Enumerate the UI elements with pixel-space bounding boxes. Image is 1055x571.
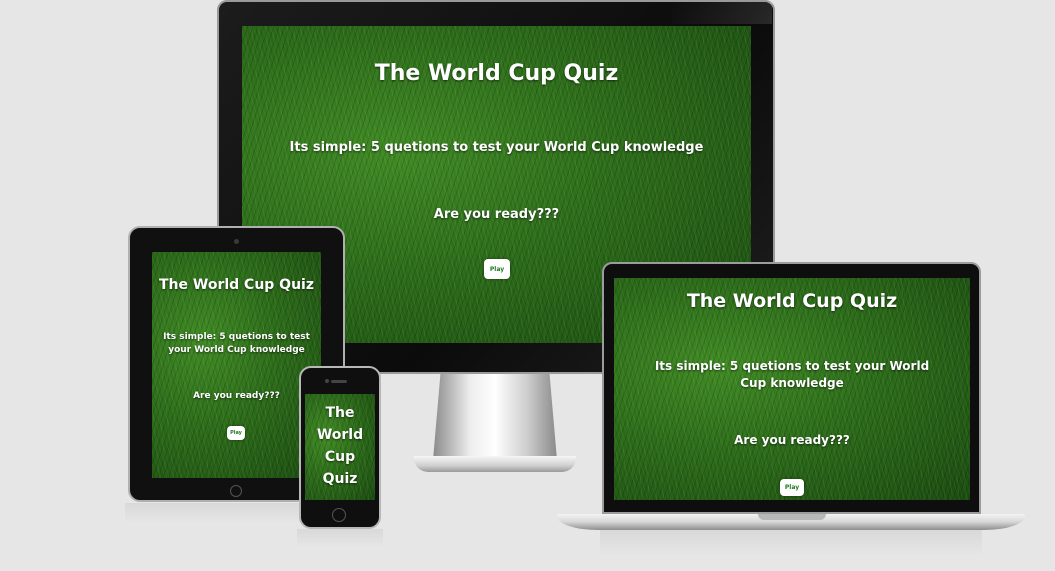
laptop-screen: The World Cup Quiz Its simple: 5 quetion…: [614, 278, 970, 500]
tablet-screen: The World Cup Quiz Its simple: 5 quetion…: [152, 252, 321, 478]
phone-reflection: [297, 529, 383, 547]
quiz-title: The World Cup Quiz: [374, 61, 619, 86]
phone-home-button: [332, 508, 346, 522]
quiz-title-line: World: [316, 427, 364, 443]
phone-camera: [325, 379, 329, 383]
monitor-base: [414, 456, 576, 472]
quiz-title-line: Cup: [324, 449, 356, 465]
quiz-intro: Its simple: 5 quetions to test your Worl…: [163, 332, 310, 355]
phone-speaker: [331, 380, 347, 383]
play-button[interactable]: Play: [780, 479, 804, 496]
tablet-camera: [234, 239, 239, 244]
ready-text: Are you ready???: [193, 391, 280, 401]
quiz-intro: Its simple: 5 quetions to test your Worl…: [654, 359, 930, 390]
laptop-reflection: [600, 530, 982, 556]
quiz-title: The World Cup Quiz: [686, 290, 898, 312]
phone-screen: The World Cup Quiz: [305, 394, 375, 500]
monitor-stand: [433, 374, 557, 460]
quiz-title-line: Quiz: [322, 471, 358, 487]
quiz-intro: Its simple: 5 quetions to test your Worl…: [289, 140, 704, 155]
monitor-glare: [672, 2, 772, 24]
ready-text: Are you ready???: [734, 433, 850, 447]
laptop-notch: [758, 514, 826, 520]
quiz-title-line: The: [325, 405, 355, 421]
ready-text: Are you ready???: [433, 207, 560, 222]
play-button[interactable]: Play: [227, 426, 245, 440]
quiz-title: The World Cup Quiz: [159, 277, 314, 293]
play-button[interactable]: Play: [484, 259, 510, 279]
tablet-home-button: [230, 485, 242, 497]
